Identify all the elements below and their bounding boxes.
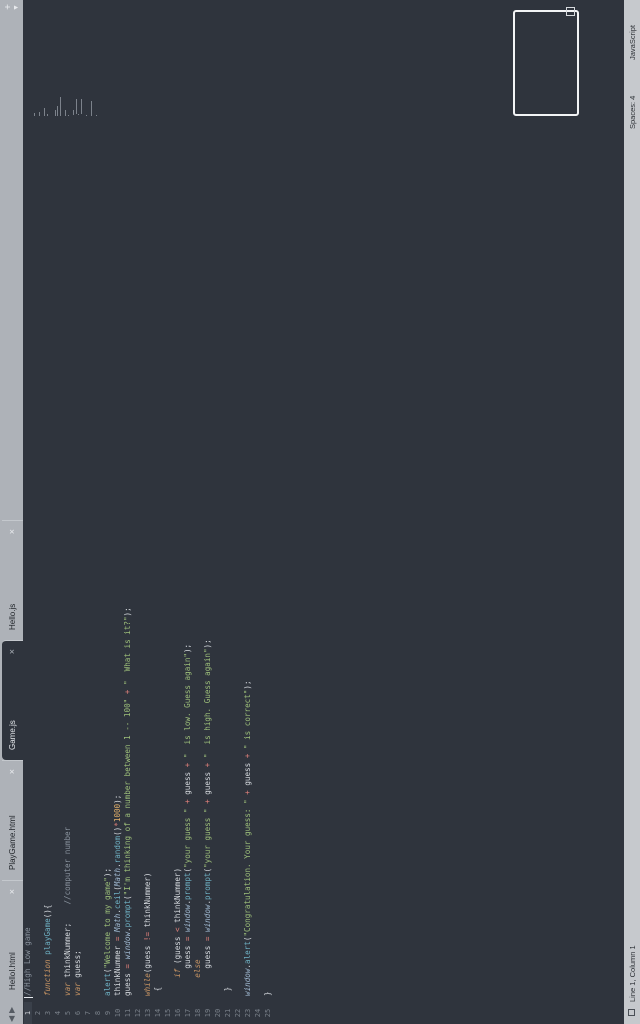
line-number: 24 xyxy=(254,1008,262,1018)
minimap-line xyxy=(60,97,61,116)
minimap-line xyxy=(75,98,77,115)
minimap-line xyxy=(73,109,74,115)
line-number: 12 xyxy=(134,1008,142,1018)
line-number: 21 xyxy=(224,1008,232,1018)
minimap-line xyxy=(91,100,93,116)
editor-window: ◀ ▶ HelloI.html × PlayGame.html × Game.j… xyxy=(0,0,640,1024)
minimap-viewport[interactable] xyxy=(513,10,579,116)
line-number: 22 xyxy=(234,1008,242,1018)
code-line: thinkNummer = Math.ceil(Math.random()*10… xyxy=(113,794,122,996)
line-number: 17 xyxy=(184,1008,192,1018)
line-number: 13 xyxy=(144,1008,152,1018)
minimap-line xyxy=(78,114,80,115)
tab-forward-icon[interactable]: ▶ xyxy=(7,1007,16,1013)
minimap-line xyxy=(80,98,82,115)
tab-menu-icon[interactable]: ▼ xyxy=(13,4,20,11)
line-number: 18 xyxy=(194,1008,202,1018)
line-number: 16 xyxy=(174,1008,182,1018)
line-number-gutter: 1 2 3 4 5 6 7 8 9 10 11 12 13 14 15 16 17 18 19 20 21 22 23 24 2… xyxy=(23,1000,624,1024)
line-number: 9 xyxy=(104,1010,112,1016)
code-line: window.alert("Congratulation. Your guess… xyxy=(243,680,252,996)
line-number: 3 xyxy=(44,1010,52,1016)
tab-label: Game.js xyxy=(8,720,17,750)
code-line: { xyxy=(153,986,162,996)
line-number: 2 xyxy=(34,1010,42,1016)
line-number: 6 xyxy=(74,1010,82,1016)
minimap-line xyxy=(57,106,59,116)
tab-label: HelloI.html xyxy=(8,952,17,990)
indentation-setting[interactable]: Spaces: 4 xyxy=(628,96,637,129)
code-line: while(guess != thinkNummer) xyxy=(143,872,152,996)
tab-navigation: ◀ ▶ xyxy=(2,1000,22,1024)
language-mode[interactable]: JavaScript xyxy=(628,25,637,60)
line-number: 25 xyxy=(264,1008,272,1018)
tab-bar: ◀ ▶ HelloI.html × PlayGame.html × Game.j… xyxy=(0,0,23,1024)
code-line: guess = window.prompt("your guess " + gu… xyxy=(183,643,192,996)
minimap[interactable] xyxy=(34,26,114,116)
minimap-line xyxy=(34,112,35,116)
code-line: var guess; xyxy=(73,950,82,996)
minimap-line xyxy=(54,109,56,116)
tab-label: Hello.js xyxy=(8,603,17,630)
minimap-line xyxy=(47,113,48,116)
minimap-line xyxy=(44,107,46,116)
line-number: 15 xyxy=(164,1008,172,1018)
text-cursor xyxy=(24,997,33,998)
tab-label: PlayGame.html xyxy=(8,815,17,870)
code-line: } xyxy=(263,991,272,996)
status-bar: Line 1, Column 1 Spaces: 4 JavaScript xyxy=(624,0,640,1024)
code-line: } xyxy=(223,986,232,996)
line-number: 4 xyxy=(54,1010,62,1016)
close-tab-icon[interactable]: × xyxy=(7,649,17,654)
minimap-toggle-icon[interactable] xyxy=(566,7,575,16)
close-tab-icon[interactable]: × xyxy=(7,769,17,774)
code-line: if (guess < thinkNummer) xyxy=(173,867,182,978)
tab-hello-html[interactable]: HelloI.html × xyxy=(2,880,23,1000)
code-line: alert("Welcome to my game"); xyxy=(103,867,112,996)
line-number: 10 xyxy=(114,1008,122,1018)
code-line: function playGame(){ xyxy=(43,904,52,996)
line-number: 14 xyxy=(154,1008,162,1018)
code-editor[interactable]: //High Low game function playGame(){ var t… xyxy=(23,0,624,1000)
code-line: guess = window.prompt("I'm thinking of a… xyxy=(123,607,132,996)
line-number: 8 xyxy=(94,1010,102,1016)
tab-hello-js[interactable]: Hello.js × xyxy=(2,520,23,640)
close-tab-icon[interactable]: × xyxy=(7,889,17,894)
cursor-position[interactable]: Line 1, Column 1 xyxy=(628,945,637,1002)
line-number: 19 xyxy=(204,1008,212,1018)
code-line: //High Low game xyxy=(23,927,32,996)
minimap-line xyxy=(39,111,41,116)
tab-playgame-html[interactable]: PlayGame.html × xyxy=(2,760,23,880)
tab-game-js[interactable]: Game.js × xyxy=(2,640,23,760)
line-number: 20 xyxy=(214,1008,222,1018)
line-number: 7 xyxy=(84,1010,92,1016)
line-number: 1 xyxy=(24,1002,32,1024)
tab-back-icon[interactable]: ◀ xyxy=(7,1016,16,1022)
line-number: 23 xyxy=(244,1008,252,1018)
code-line: guess = window.prompt("your guess " + gu… xyxy=(203,639,212,996)
line-number: 5 xyxy=(64,1010,72,1016)
line-number: 11 xyxy=(124,1008,132,1018)
panel-toggle-icon[interactable] xyxy=(628,1009,635,1016)
close-tab-icon[interactable]: × xyxy=(7,529,17,534)
code-line: else xyxy=(193,959,202,978)
minimap-line xyxy=(65,110,67,116)
code-line: var thinkNummer; //computer number xyxy=(63,826,72,996)
